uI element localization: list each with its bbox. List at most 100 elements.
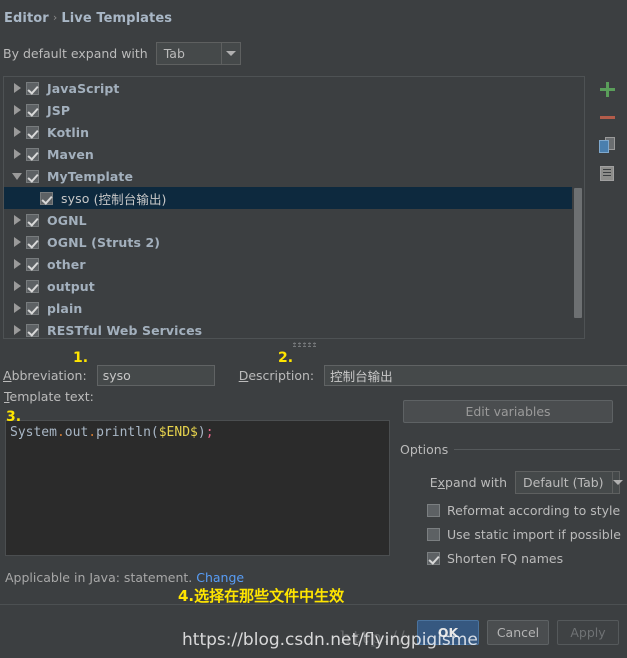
edit-variables-button[interactable]: Edit variables xyxy=(403,400,613,423)
dialog-button-bar: OK Cancel Apply xyxy=(417,620,619,645)
tree-vertical-scrollbar[interactable] xyxy=(573,78,583,337)
tree-row-description: (控制台输出) xyxy=(94,189,167,208)
change-template-group-button[interactable] xyxy=(593,160,621,186)
tree-row-label: syso xyxy=(61,191,89,206)
tree-row-checkbox[interactable] xyxy=(26,324,39,337)
code-token: $END$ xyxy=(159,425,198,440)
option-checkbox[interactable] xyxy=(427,528,440,541)
tree-row[interactable]: output xyxy=(4,275,572,297)
chevron-right-icon[interactable] xyxy=(8,303,26,313)
breadcrumb: Editor›Live Templates xyxy=(4,11,172,26)
template-tree[interactable]: JavaScriptJSPKotlinMavenMyTemplatesyso (… xyxy=(4,77,572,338)
chevron-down-icon xyxy=(221,43,240,64)
tree-row[interactable]: JSP xyxy=(4,99,572,121)
chevron-right-icon[interactable] xyxy=(8,281,26,291)
abbreviation-label: Abbreviation: xyxy=(3,368,87,383)
tree-row-checkbox[interactable] xyxy=(40,192,53,205)
tree-row-label: Maven xyxy=(47,147,94,162)
tree-row-checkbox[interactable] xyxy=(26,302,39,315)
chevron-right-icon[interactable] xyxy=(8,105,26,115)
chevron-right-icon[interactable] xyxy=(8,127,26,137)
tree-row[interactable]: Maven xyxy=(4,143,572,165)
breadcrumb-separator-icon: › xyxy=(49,11,62,24)
tree-row-checkbox[interactable] xyxy=(26,214,39,227)
apply-button[interactable]: Apply xyxy=(557,620,619,645)
tree-row-checkbox[interactable] xyxy=(26,258,39,271)
plus-icon xyxy=(600,82,615,97)
tree-row-checkbox[interactable] xyxy=(26,148,39,161)
tree-row-label: JSP xyxy=(47,103,70,118)
tree-row[interactable]: Kotlin xyxy=(4,121,572,143)
chevron-right-icon[interactable] xyxy=(8,215,26,225)
default-expand-value: Tab xyxy=(157,43,221,64)
tree-row-checkbox[interactable] xyxy=(26,126,39,139)
cancel-button[interactable]: Cancel xyxy=(487,620,549,645)
tree-row[interactable]: RESTful Web Services xyxy=(4,319,572,338)
panel-splitter-handle[interactable] xyxy=(290,340,320,348)
tree-row[interactable]: plain xyxy=(4,297,572,319)
tree-row-label: JavaScript xyxy=(47,81,119,96)
chevron-right-icon[interactable] xyxy=(8,325,26,335)
grip-dots-icon xyxy=(292,342,318,347)
tree-row-selected[interactable]: syso (控制台输出) xyxy=(4,187,572,209)
chevron-right-icon[interactable] xyxy=(8,83,26,93)
tree-row-checkbox[interactable] xyxy=(26,170,39,183)
tree-row-label: RESTful Web Services xyxy=(47,323,202,338)
default-expand-row: By default expand with Tab xyxy=(3,42,241,65)
code-token: ) xyxy=(198,425,206,440)
tree-row-checkbox[interactable] xyxy=(26,236,39,249)
option-checkbox-row[interactable]: Reformat according to style xyxy=(400,503,620,518)
annotation-2: 2. xyxy=(278,350,293,366)
chevron-right-icon[interactable] xyxy=(8,237,26,247)
ok-button[interactable]: OK xyxy=(417,620,479,645)
chevron-right-icon[interactable] xyxy=(8,149,26,159)
expand-with-dropdown[interactable]: Default (Tab) xyxy=(515,471,620,494)
annotation-1: 1. xyxy=(73,350,88,366)
option-checkbox-list: Reformat according to style Use static im… xyxy=(400,503,620,566)
option-label: Reformat according to style xyxy=(447,503,620,518)
expand-with-value: Default (Tab) xyxy=(516,472,612,493)
add-template-button[interactable] xyxy=(593,76,621,102)
tree-row[interactable]: OGNL (Struts 2) xyxy=(4,231,572,253)
expand-with-label: Expand with xyxy=(430,475,507,490)
chevron-right-icon[interactable] xyxy=(8,259,26,269)
abbreviation-input[interactable]: syso xyxy=(97,365,215,386)
template-text-label: Template text: xyxy=(4,389,94,404)
tree-row-checkbox[interactable] xyxy=(26,82,39,95)
watermark-faint: http:// xyxy=(340,628,407,648)
tree-row-label: OGNL (Struts 2) xyxy=(47,235,160,250)
tree-scrollbar-thumb[interactable] xyxy=(574,188,582,318)
chevron-down-icon[interactable] xyxy=(8,173,26,180)
default-expand-label: By default expand with xyxy=(3,46,148,61)
options-divider xyxy=(454,449,620,450)
description-input[interactable]: 控制台输出 xyxy=(324,365,627,386)
tree-row[interactable]: OGNL xyxy=(4,209,572,231)
option-checkbox[interactable] xyxy=(427,504,440,517)
description-label: Description: xyxy=(239,368,314,383)
applicable-context-line: Applicable in Java: statement. Change xyxy=(5,570,244,585)
code-token: . xyxy=(57,425,65,440)
tree-row[interactable]: MyTemplate xyxy=(4,165,572,187)
tree-row[interactable]: other xyxy=(4,253,572,275)
tree-row[interactable]: JavaScript xyxy=(4,77,572,99)
template-text-editor[interactable]: System.out.println($END$); xyxy=(5,420,390,556)
default-expand-dropdown[interactable]: Tab xyxy=(156,42,241,65)
code-token: . xyxy=(88,425,96,440)
tree-row-checkbox[interactable] xyxy=(26,104,39,117)
tree-row-label: Kotlin xyxy=(47,125,89,140)
breadcrumb-parent[interactable]: Editor xyxy=(4,11,49,26)
tree-row-label: output xyxy=(47,279,95,294)
duplicate-template-button[interactable] xyxy=(593,132,621,158)
option-checkbox-row[interactable]: Shorten FQ names xyxy=(400,551,620,566)
tree-row-label: plain xyxy=(47,301,82,316)
abbreviation-value: syso xyxy=(103,368,131,383)
option-label: Use static import if possible xyxy=(447,527,621,542)
tree-row-checkbox[interactable] xyxy=(26,280,39,293)
change-context-link[interactable]: Change xyxy=(196,570,244,585)
tree-row-label: OGNL xyxy=(47,213,87,228)
option-checkbox[interactable] xyxy=(427,552,440,565)
remove-template-button[interactable] xyxy=(593,104,621,130)
option-checkbox-row[interactable]: Use static import if possible xyxy=(400,527,620,542)
applicable-text: Applicable in Java: statement. xyxy=(5,570,192,585)
document-icon xyxy=(600,166,614,181)
